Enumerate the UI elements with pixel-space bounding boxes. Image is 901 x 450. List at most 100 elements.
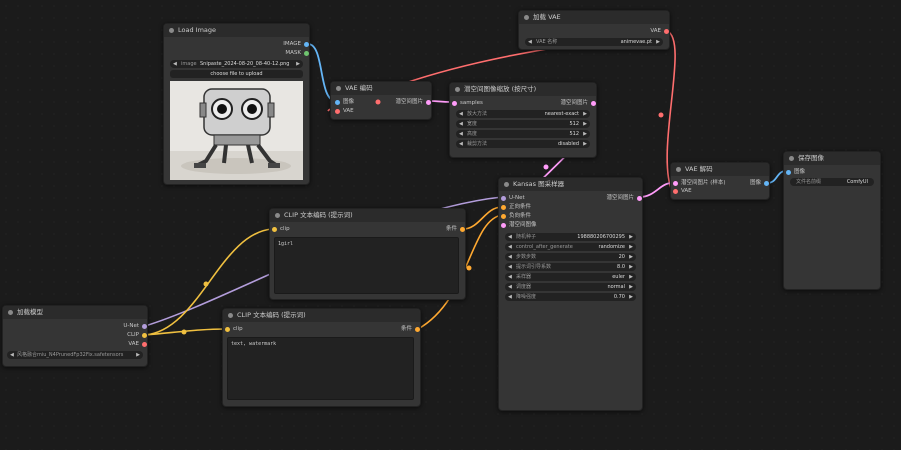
- arrow-right-icon[interactable]: ▶: [136, 351, 140, 359]
- collapse-dot-icon[interactable]: [228, 313, 233, 318]
- input-images-port[interactable]: 图像: [786, 169, 805, 176]
- arrow-right-icon[interactable]: ▶: [629, 233, 633, 241]
- clip-text-negative-node[interactable]: CLIP 文本编码 (提示词) clip 条件 text, watermark: [222, 308, 421, 407]
- input-vae-port[interactable]: VAE: [673, 188, 692, 195]
- collapse-dot-icon[interactable]: [336, 86, 341, 91]
- latent-socket-icon[interactable]: [426, 100, 431, 105]
- output-conditioning-port[interactable]: 条件: [401, 326, 420, 333]
- conditioning-socket-icon[interactable]: [415, 327, 420, 332]
- vae-decode-node[interactable]: VAE 解码 潜空间图片 (样本) VAE 图像: [670, 162, 770, 200]
- collapse-dot-icon[interactable]: [8, 310, 13, 315]
- arrow-right-icon[interactable]: ▶: [583, 110, 587, 118]
- conditioning-socket-icon[interactable]: [501, 205, 506, 210]
- output-clip-port[interactable]: CLIP: [127, 332, 147, 339]
- upscale-method-combo[interactable]: ◀ 放大方法 nearest-exact ▶: [456, 110, 590, 118]
- load-image-node[interactable]: Load Image IMAGE MASK ◀ image Snipaste_2…: [163, 23, 310, 185]
- arrow-left-icon[interactable]: ◀: [528, 38, 532, 46]
- model-socket-icon[interactable]: [142, 324, 147, 329]
- conditioning-socket-icon[interactable]: [501, 214, 506, 219]
- output-image-port[interactable]: IMAGE: [283, 41, 309, 48]
- filename-prefix-field[interactable]: 文件名前缀 ComfyUI: [790, 178, 874, 186]
- sampler-combo[interactable]: ◀ 采样器 euler ▶: [505, 273, 636, 281]
- scheduler-combo[interactable]: ◀ 调度器 normal ▶: [505, 283, 636, 291]
- input-vae-port[interactable]: VAE: [335, 108, 354, 115]
- collapse-dot-icon[interactable]: [524, 15, 529, 20]
- output-image-port[interactable]: 图像: [750, 180, 769, 187]
- latent-socket-icon[interactable]: [637, 196, 642, 201]
- arrow-left-icon[interactable]: ◀: [10, 351, 14, 359]
- negative-prompt-textarea[interactable]: text, watermark: [227, 337, 414, 400]
- input-clip-port[interactable]: clip: [225, 326, 243, 333]
- collapse-dot-icon[interactable]: [504, 182, 509, 187]
- seed-widget[interactable]: ◀ 随机种子 198880206700295 ▶: [505, 233, 636, 241]
- input-latent-port[interactable]: 潜空间图像: [501, 222, 537, 229]
- model-socket-icon[interactable]: [501, 196, 506, 201]
- output-mask-port[interactable]: MASK: [285, 50, 309, 57]
- arrow-left-icon[interactable]: ◀: [459, 110, 463, 118]
- vae-socket-icon[interactable]: [142, 342, 147, 347]
- input-pixels-port[interactable]: 图像: [335, 99, 354, 106]
- vae-loader-node[interactable]: 加载 VAE VAE ◀ VAE 名称 animevae.pt ▶: [518, 10, 670, 50]
- clip-socket-icon[interactable]: [225, 327, 230, 332]
- vae-socket-icon[interactable]: [664, 29, 669, 34]
- arrow-left-icon[interactable]: ◀: [508, 283, 512, 291]
- image-select-combo[interactable]: ◀ image Snipaste_2024-08-20_08-40-12.png…: [170, 60, 303, 68]
- collapse-dot-icon[interactable]: [676, 167, 681, 172]
- collapse-dot-icon[interactable]: [169, 28, 174, 33]
- latent-socket-icon[interactable]: [673, 181, 678, 186]
- image-socket-icon[interactable]: [304, 42, 309, 47]
- latent-socket-icon[interactable]: [452, 101, 457, 106]
- arrow-right-icon[interactable]: ▶: [583, 130, 587, 138]
- vae-socket-icon[interactable]: [335, 109, 340, 114]
- latent-upscale-node[interactable]: 潜空间图像缩放 (按尺寸) samples 潜空间图片 ◀ 放大方法 nearest…: [449, 82, 597, 158]
- positive-prompt-textarea[interactable]: 1girl: [274, 237, 459, 294]
- arrow-right-icon[interactable]: ▶: [629, 253, 633, 261]
- crop-combo[interactable]: ◀ 裁剪方法 disabled ▶: [456, 140, 590, 148]
- input-samples-port[interactable]: 潜空间图片 (样本): [673, 180, 726, 187]
- arrow-left-icon[interactable]: ◀: [459, 130, 463, 138]
- latent-socket-icon[interactable]: [501, 223, 506, 228]
- output-latent-port[interactable]: 潜空间图片: [606, 195, 642, 202]
- image-socket-icon[interactable]: [786, 170, 791, 175]
- arrow-right-icon[interactable]: ▶: [629, 243, 633, 251]
- arrow-left-icon[interactable]: ◀: [508, 253, 512, 261]
- control-after-generate-combo[interactable]: ◀ control_after_generate randomize ▶: [505, 243, 636, 251]
- collapse-dot-icon[interactable]: [789, 156, 794, 161]
- width-number-widget[interactable]: ◀ 宽度 512 ▶: [456, 120, 590, 128]
- input-model-port[interactable]: U-Net: [501, 195, 525, 202]
- arrow-left-icon[interactable]: ◀: [508, 243, 512, 251]
- cfg-widget[interactable]: ◀ 提示词引导系数 8.0 ▶: [505, 263, 636, 271]
- vae-name-combo[interactable]: ◀ VAE 名称 animevae.pt ▶: [525, 38, 663, 46]
- arrow-right-icon[interactable]: ▶: [583, 140, 587, 148]
- checkpoint-loader-node[interactable]: 加载模型 U-Net CLIP VAE ◀ 风格融合miu_N4PrunedFp3…: [2, 305, 148, 367]
- image-socket-icon[interactable]: [335, 100, 340, 105]
- output-vae-port[interactable]: VAE: [650, 28, 669, 35]
- output-vae-port[interactable]: VAE: [128, 341, 147, 348]
- conditioning-socket-icon[interactable]: [460, 227, 465, 232]
- output-conditioning-port[interactable]: 条件: [446, 226, 465, 233]
- denoise-widget[interactable]: ◀ 降噪强度 0.70 ▶: [505, 293, 636, 301]
- ksampler-node[interactable]: Kansas 图采样器 U-Net 正向条件 负向条件 潜空间图像 潜空间图片 …: [498, 177, 643, 411]
- mask-socket-icon[interactable]: [304, 51, 309, 56]
- vae-socket-icon[interactable]: [673, 189, 678, 194]
- arrow-left-icon[interactable]: ◀: [459, 120, 463, 128]
- arrow-right-icon[interactable]: ▶: [629, 263, 633, 271]
- clip-socket-icon[interactable]: [142, 333, 147, 338]
- arrow-left-icon[interactable]: ◀: [508, 273, 512, 281]
- input-negative-port[interactable]: 负向条件: [501, 213, 531, 220]
- arrow-right-icon[interactable]: ▶: [629, 273, 633, 281]
- image-socket-icon[interactable]: [764, 181, 769, 186]
- input-clip-port[interactable]: clip: [272, 226, 290, 233]
- input-samples-port[interactable]: samples: [452, 100, 483, 107]
- output-latent-port[interactable]: 潜空间图片: [395, 99, 431, 106]
- output-latent-port[interactable]: 潜空间图片: [560, 100, 596, 107]
- latent-socket-icon[interactable]: [591, 101, 596, 106]
- collapse-dot-icon[interactable]: [455, 87, 460, 92]
- arrow-left-icon[interactable]: ◀: [508, 263, 512, 271]
- clip-text-positive-node[interactable]: CLIP 文本编码 (提示词) clip 条件 1girl: [269, 208, 466, 300]
- arrow-left-icon[interactable]: ◀: [508, 233, 512, 241]
- output-model-port[interactable]: U-Net: [123, 323, 147, 330]
- clip-socket-icon[interactable]: [272, 227, 277, 232]
- arrow-left-icon[interactable]: ◀: [508, 293, 512, 301]
- checkpoint-name-combo[interactable]: ◀ 风格融合miu_N4PrunedFp32Fix.safetensors ▶: [7, 351, 143, 359]
